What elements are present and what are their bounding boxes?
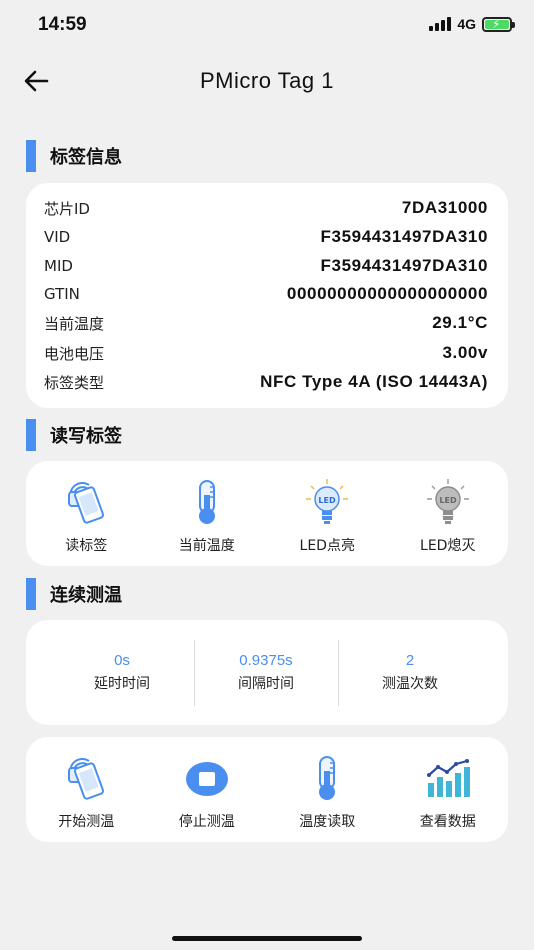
measurement-settings-card: 0s 延时时间 0.9375s 间隔时间 2 测温次数 (26, 620, 508, 725)
signal-icon (429, 17, 452, 31)
button-label: 开始测温 (58, 814, 115, 830)
info-label: 标签类型 (44, 373, 105, 392)
section-title: 标签信息 (50, 147, 122, 168)
section-title: 读写标签 (50, 426, 122, 447)
button-label: LED熄灭 (420, 538, 476, 554)
info-row-chip-id: 芯片ID 7DA31000 (44, 195, 488, 221)
button-label: LED点亮 (299, 538, 355, 554)
interval-time-label: 间隔时间 (238, 676, 294, 692)
button-label: 读标签 (65, 538, 108, 554)
stop-icon (182, 753, 232, 803)
home-indicator[interactable] (172, 936, 362, 941)
button-label: 温度读取 (299, 814, 356, 830)
info-value: 29.1°C (432, 313, 488, 332)
read-tag-button[interactable]: 读标签 (26, 461, 147, 566)
battery-icon: ⚡ (482, 16, 515, 32)
status-bar: 14:59 4G ⚡ (0, 0, 534, 52)
info-label: MID (44, 257, 73, 275)
info-row-battery-voltage: 电池电压 3.00v (44, 340, 488, 366)
delay-time-label: 延时时间 (94, 676, 150, 692)
info-label: 芯片ID (44, 199, 90, 218)
led-on-button[interactable]: LED LED点亮 (267, 461, 388, 566)
button-label: 当前温度 (178, 538, 235, 554)
status-time: 14:59 (38, 14, 87, 35)
bar-chart-icon (423, 753, 473, 803)
led-off-icon: LED (423, 477, 473, 527)
info-value: 00000000000000000000 (286, 284, 488, 303)
section-accent-bar (26, 419, 36, 451)
section-accent-bar (26, 140, 36, 172)
info-row-tag-type: 标签类型 NFC Type 4A (ISO 14443A) (44, 369, 488, 395)
measure-count-value: 2 (405, 652, 415, 669)
section-header-read-write: 读写标签 (26, 419, 122, 451)
thermometer-icon (182, 477, 232, 527)
read-write-card: 读标签 当前温度 LED LED点亮 LED LED熄灭 (26, 461, 508, 566)
led-on-icon: LED (302, 477, 352, 527)
info-value: 3.00v (442, 343, 488, 362)
info-label: GTIN (44, 285, 80, 303)
section-title: 连续测温 (50, 585, 122, 606)
info-row-gtin: GTIN 00000000000000000000 (44, 281, 488, 307)
button-label: 停止测温 (178, 814, 235, 830)
led-off-button[interactable]: LED LED熄灭 (388, 461, 509, 566)
info-value: NFC Type 4A (ISO 14443A) (260, 372, 488, 391)
info-value: F3594431497DA310 (320, 227, 488, 246)
thermometer-icon (302, 753, 352, 803)
info-label: VID (44, 228, 71, 246)
status-icons: 4G ⚡ (429, 16, 515, 32)
info-value: 7DA31000 (401, 198, 488, 217)
view-data-button[interactable]: 查看数据 (388, 737, 509, 842)
button-label: 查看数据 (419, 814, 476, 830)
info-label: 当前温度 (44, 314, 105, 333)
measurement-actions-card: 开始测温 停止测温 温度读取 查看数据 (26, 737, 508, 842)
section-accent-bar (26, 578, 36, 610)
info-value: F3594431497DA310 (320, 256, 488, 275)
navigation-bar: PMicro Tag 1 (0, 52, 534, 112)
current-temperature-button[interactable]: 当前温度 (147, 461, 268, 566)
delay-time-setting[interactable]: 0s 延时时间 (50, 640, 194, 706)
info-row-temperature: 当前温度 29.1°C (44, 310, 488, 336)
nfc-phone-icon (61, 477, 111, 527)
tag-info-card: 芯片ID 7DA31000 VID F3594431497DA310 MID F… (26, 183, 508, 408)
read-temperature-button[interactable]: 温度读取 (267, 737, 388, 842)
delay-time-value: 0s (114, 652, 130, 669)
nfc-phone-icon (61, 753, 111, 803)
measure-count-setting[interactable]: 2 测温次数 (338, 640, 482, 706)
interval-time-value: 0.9375s (239, 652, 293, 669)
measure-count-label: 测温次数 (382, 676, 438, 692)
start-measure-button[interactable]: 开始测温 (26, 737, 147, 842)
stop-measure-button[interactable]: 停止测温 (147, 737, 268, 842)
interval-time-setting[interactable]: 0.9375s 间隔时间 (194, 640, 338, 706)
info-label: 电池电压 (44, 344, 105, 363)
section-header-tag-info: 标签信息 (26, 140, 122, 172)
network-type: 4G (457, 16, 476, 32)
section-header-continuous: 连续测温 (26, 578, 122, 610)
page-title: PMicro Tag 1 (200, 68, 334, 93)
svg-text:LED: LED (319, 496, 337, 505)
info-row-vid: VID F3594431497DA310 (44, 224, 488, 250)
svg-text:LED: LED (439, 496, 457, 505)
info-row-mid: MID F3594431497DA310 (44, 253, 488, 279)
